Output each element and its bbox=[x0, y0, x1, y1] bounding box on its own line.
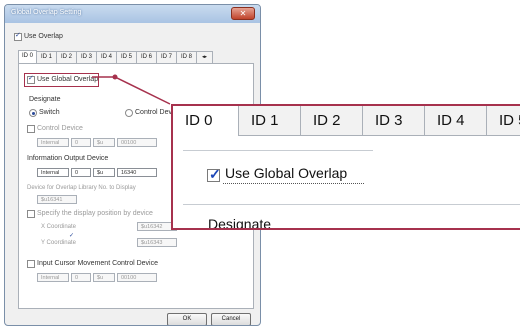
zoom-callout: ID 0 ID 1 ID 2 ID 3 ID 4 ID 5 Use Global… bbox=[171, 104, 520, 230]
zoom-use-global-overlap-label: Use Global Overlap bbox=[225, 165, 348, 181]
zoom-designate-heading: Designate bbox=[208, 216, 272, 230]
zoom-use-global-overlap-checkbox[interactable] bbox=[207, 166, 221, 183]
zoom-tab-id-4[interactable]: ID 4 bbox=[425, 106, 487, 135]
zoom-tab-strip: ID 0 ID 1 ID 2 ID 3 ID 4 ID 5 bbox=[173, 106, 520, 136]
zoom-tab-id-5[interactable]: ID 5 bbox=[487, 106, 520, 135]
zoom-designate-line bbox=[183, 204, 520, 205]
zoom-tab-id-0[interactable]: ID 0 bbox=[173, 106, 239, 136]
zoom-tab-id-1[interactable]: ID 1 bbox=[239, 106, 301, 135]
zoom-tab-id-2[interactable]: ID 2 bbox=[301, 106, 363, 135]
zoom-tab-id-3[interactable]: ID 3 bbox=[363, 106, 425, 135]
zoom-group-line bbox=[183, 150, 373, 151]
zoom-focus-underline bbox=[223, 183, 364, 185]
